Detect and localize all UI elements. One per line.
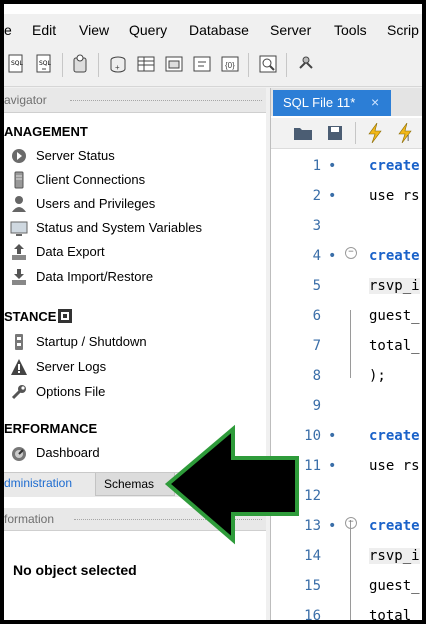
workbench-window: e Edit View Query Database Server Tools …	[4, 4, 422, 620]
annotation-arrow	[164, 424, 299, 545]
